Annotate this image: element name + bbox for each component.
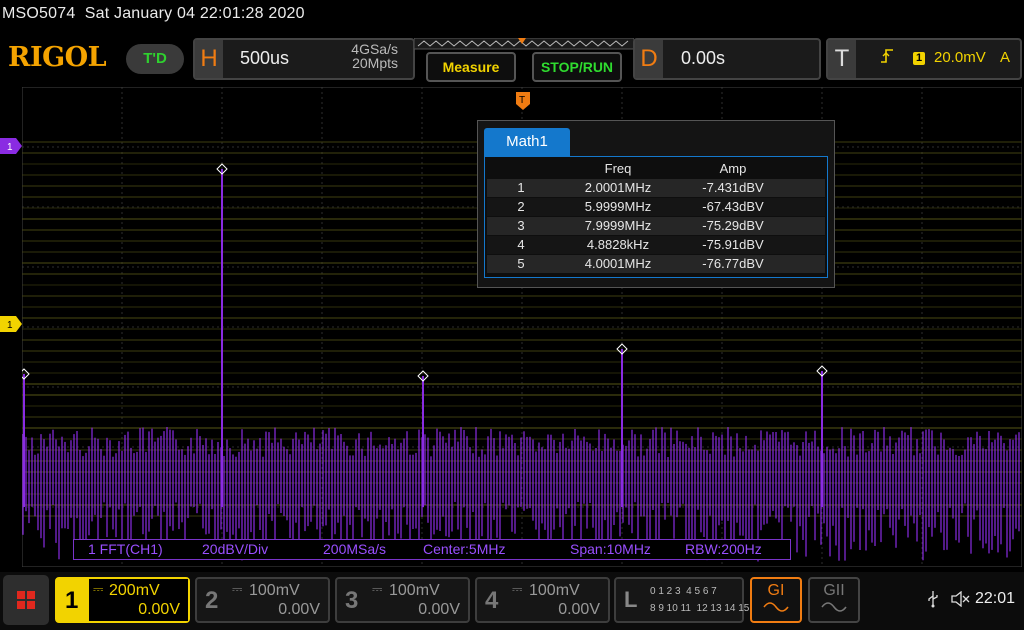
generator-2-label: GII [823, 582, 845, 599]
dc-coupling-icon: ⎓ [232, 581, 243, 596]
table-header: Freq Amp [487, 160, 825, 178]
trigger-level: 20.0mV [934, 49, 986, 66]
fft-center: Center:5MHz [423, 541, 506, 557]
fft-scale: 20dBV/Div [202, 541, 269, 557]
channel-offset: 0.00V [418, 601, 460, 618]
usb-icon [928, 591, 938, 608]
table-row: 5 4.0001MHz -76.77dBV [487, 255, 825, 273]
sine-wave-icon [763, 602, 789, 612]
sample-rate: 4GSa/s [351, 41, 398, 57]
channel-scale: 200mV [109, 582, 160, 599]
peak-table: Freq Amp 1 2.0001MHz -7.431dBV 2 5.9999MHz -… [484, 156, 828, 278]
tab-math1[interactable]: Math1 [484, 128, 570, 156]
logic-label: L [624, 587, 638, 612]
sine-wave-icon [821, 602, 847, 612]
fft-rbw: RBW:200Hz [685, 541, 762, 557]
measure-button[interactable]: Measure [426, 52, 516, 82]
menu-grid-icon [17, 591, 35, 609]
logic-channels-row2: 8 9 10 11 12 13 14 15 [650, 603, 750, 614]
trigger-mode: A [1000, 49, 1011, 66]
dc-coupling-icon: ⎓ [372, 581, 383, 596]
math-channel-marker[interactable]: 1 [0, 138, 22, 154]
ch1-offset-marker[interactable]: 1 [0, 316, 22, 332]
main-menu-button[interactable] [3, 575, 49, 625]
generator-1-label: GI [767, 582, 785, 599]
channel-scale: 100mV [249, 582, 300, 599]
channel-1-panel[interactable]: 1 ⎓ 200mV 0.00V [55, 577, 190, 623]
logic-channels-row1: 0 1 2 3 4 5 6 7 [650, 586, 717, 597]
rising-edge-icon [880, 48, 894, 69]
channel-2-panel[interactable]: 2 ⎓ 100mV 0.00V [195, 577, 330, 623]
memory-depth: 20Mpts [352, 55, 398, 71]
channel-scale: 100mV [529, 582, 580, 599]
ch1-marker-label: 1 [7, 320, 13, 331]
channel-number: 2 [205, 587, 219, 614]
channel-number: 1 [65, 587, 79, 614]
delay-label: D [635, 40, 663, 78]
channel-offset: 0.00V [278, 601, 320, 618]
generator-2-button[interactable]: GII [808, 577, 860, 623]
fft-info-bar[interactable]: 1 FFT(CH1) 20dBV/Div 200MSa/s Center:5MH… [73, 539, 791, 560]
model-name: MSO5074 [2, 5, 76, 22]
channel-3-panel[interactable]: 3 ⎓ 100mV 0.00V [335, 577, 470, 623]
trigger-time-marker[interactable]: T [516, 92, 530, 110]
table-row: 2 5.9999MHz -67.43dBV [487, 198, 825, 216]
channel-scale: 100mV [389, 582, 440, 599]
trigger-position-strip [414, 38, 634, 50]
channel-number: 4 [485, 587, 499, 614]
table-row: 1 2.0001MHz -7.431dBV [487, 179, 825, 197]
fft-span: Span:10MHz [570, 541, 651, 557]
table-row: 3 7.9999MHz -75.29dBV [487, 217, 825, 235]
delay-value: 0.00s [681, 48, 726, 68]
brand-logo: RIGOL [8, 42, 107, 73]
channel-number: 3 [345, 587, 359, 614]
trigger-marker-label: T [519, 95, 525, 106]
amp-column-header: Amp [719, 161, 747, 176]
dc-coupling-icon: ⎓ [93, 581, 104, 596]
run-state-badge[interactable]: T'D [126, 44, 184, 74]
timebase-value: 500us [240, 48, 290, 68]
generator-1-button[interactable]: GI [750, 577, 802, 623]
date-time: Sat January 04 22:01:28 2020 [84, 5, 305, 22]
horizontal-label: H [195, 40, 223, 78]
trigger-label: T [828, 40, 856, 78]
dc-coupling-icon: ⎓ [512, 581, 523, 596]
status-line: MSO5074 Sat January 04 22:01:28 2020 [2, 5, 305, 23]
math-marker-label: 1 [7, 142, 13, 153]
channel-offset: 0.00V [558, 601, 600, 618]
acquisition-info: 4GSa/s 20Mpts [330, 42, 398, 70]
fft-sample-rate: 200MSa/s [323, 541, 387, 557]
channel-4-panel[interactable]: 4 ⎓ 100mV 0.00V [475, 577, 610, 623]
speaker-muted-icon[interactable] [950, 591, 970, 607]
channel-offset: 0.00V [138, 601, 180, 618]
logic-analyzer-panel[interactable]: L 0 1 2 3 4 5 6 7 8 9 10 11 12 13 14 15 [614, 577, 749, 623]
system-clock: 22:01 [975, 590, 1016, 607]
table-row: 4 4.8828kHz -75.91dBV [487, 236, 825, 254]
stop-run-button[interactable]: STOP/RUN [532, 52, 622, 82]
trigger-source-badge: 1 [913, 52, 925, 65]
fft-source: 1 FFT(CH1) [88, 541, 163, 557]
freq-column-header: Freq [604, 161, 632, 176]
